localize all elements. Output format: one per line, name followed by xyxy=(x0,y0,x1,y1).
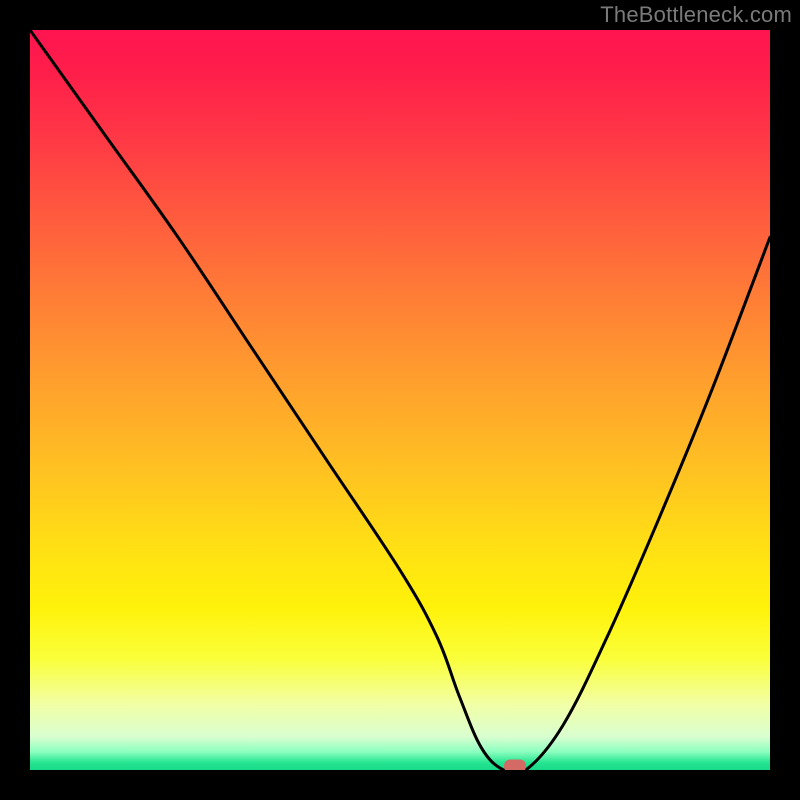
bottleneck-curve-path xyxy=(30,30,770,770)
minimum-marker xyxy=(504,760,526,771)
plot-area xyxy=(30,30,770,770)
watermark-text: TheBottleneck.com xyxy=(600,2,792,28)
curve-layer xyxy=(30,30,770,770)
chart-frame: TheBottleneck.com xyxy=(0,0,800,800)
